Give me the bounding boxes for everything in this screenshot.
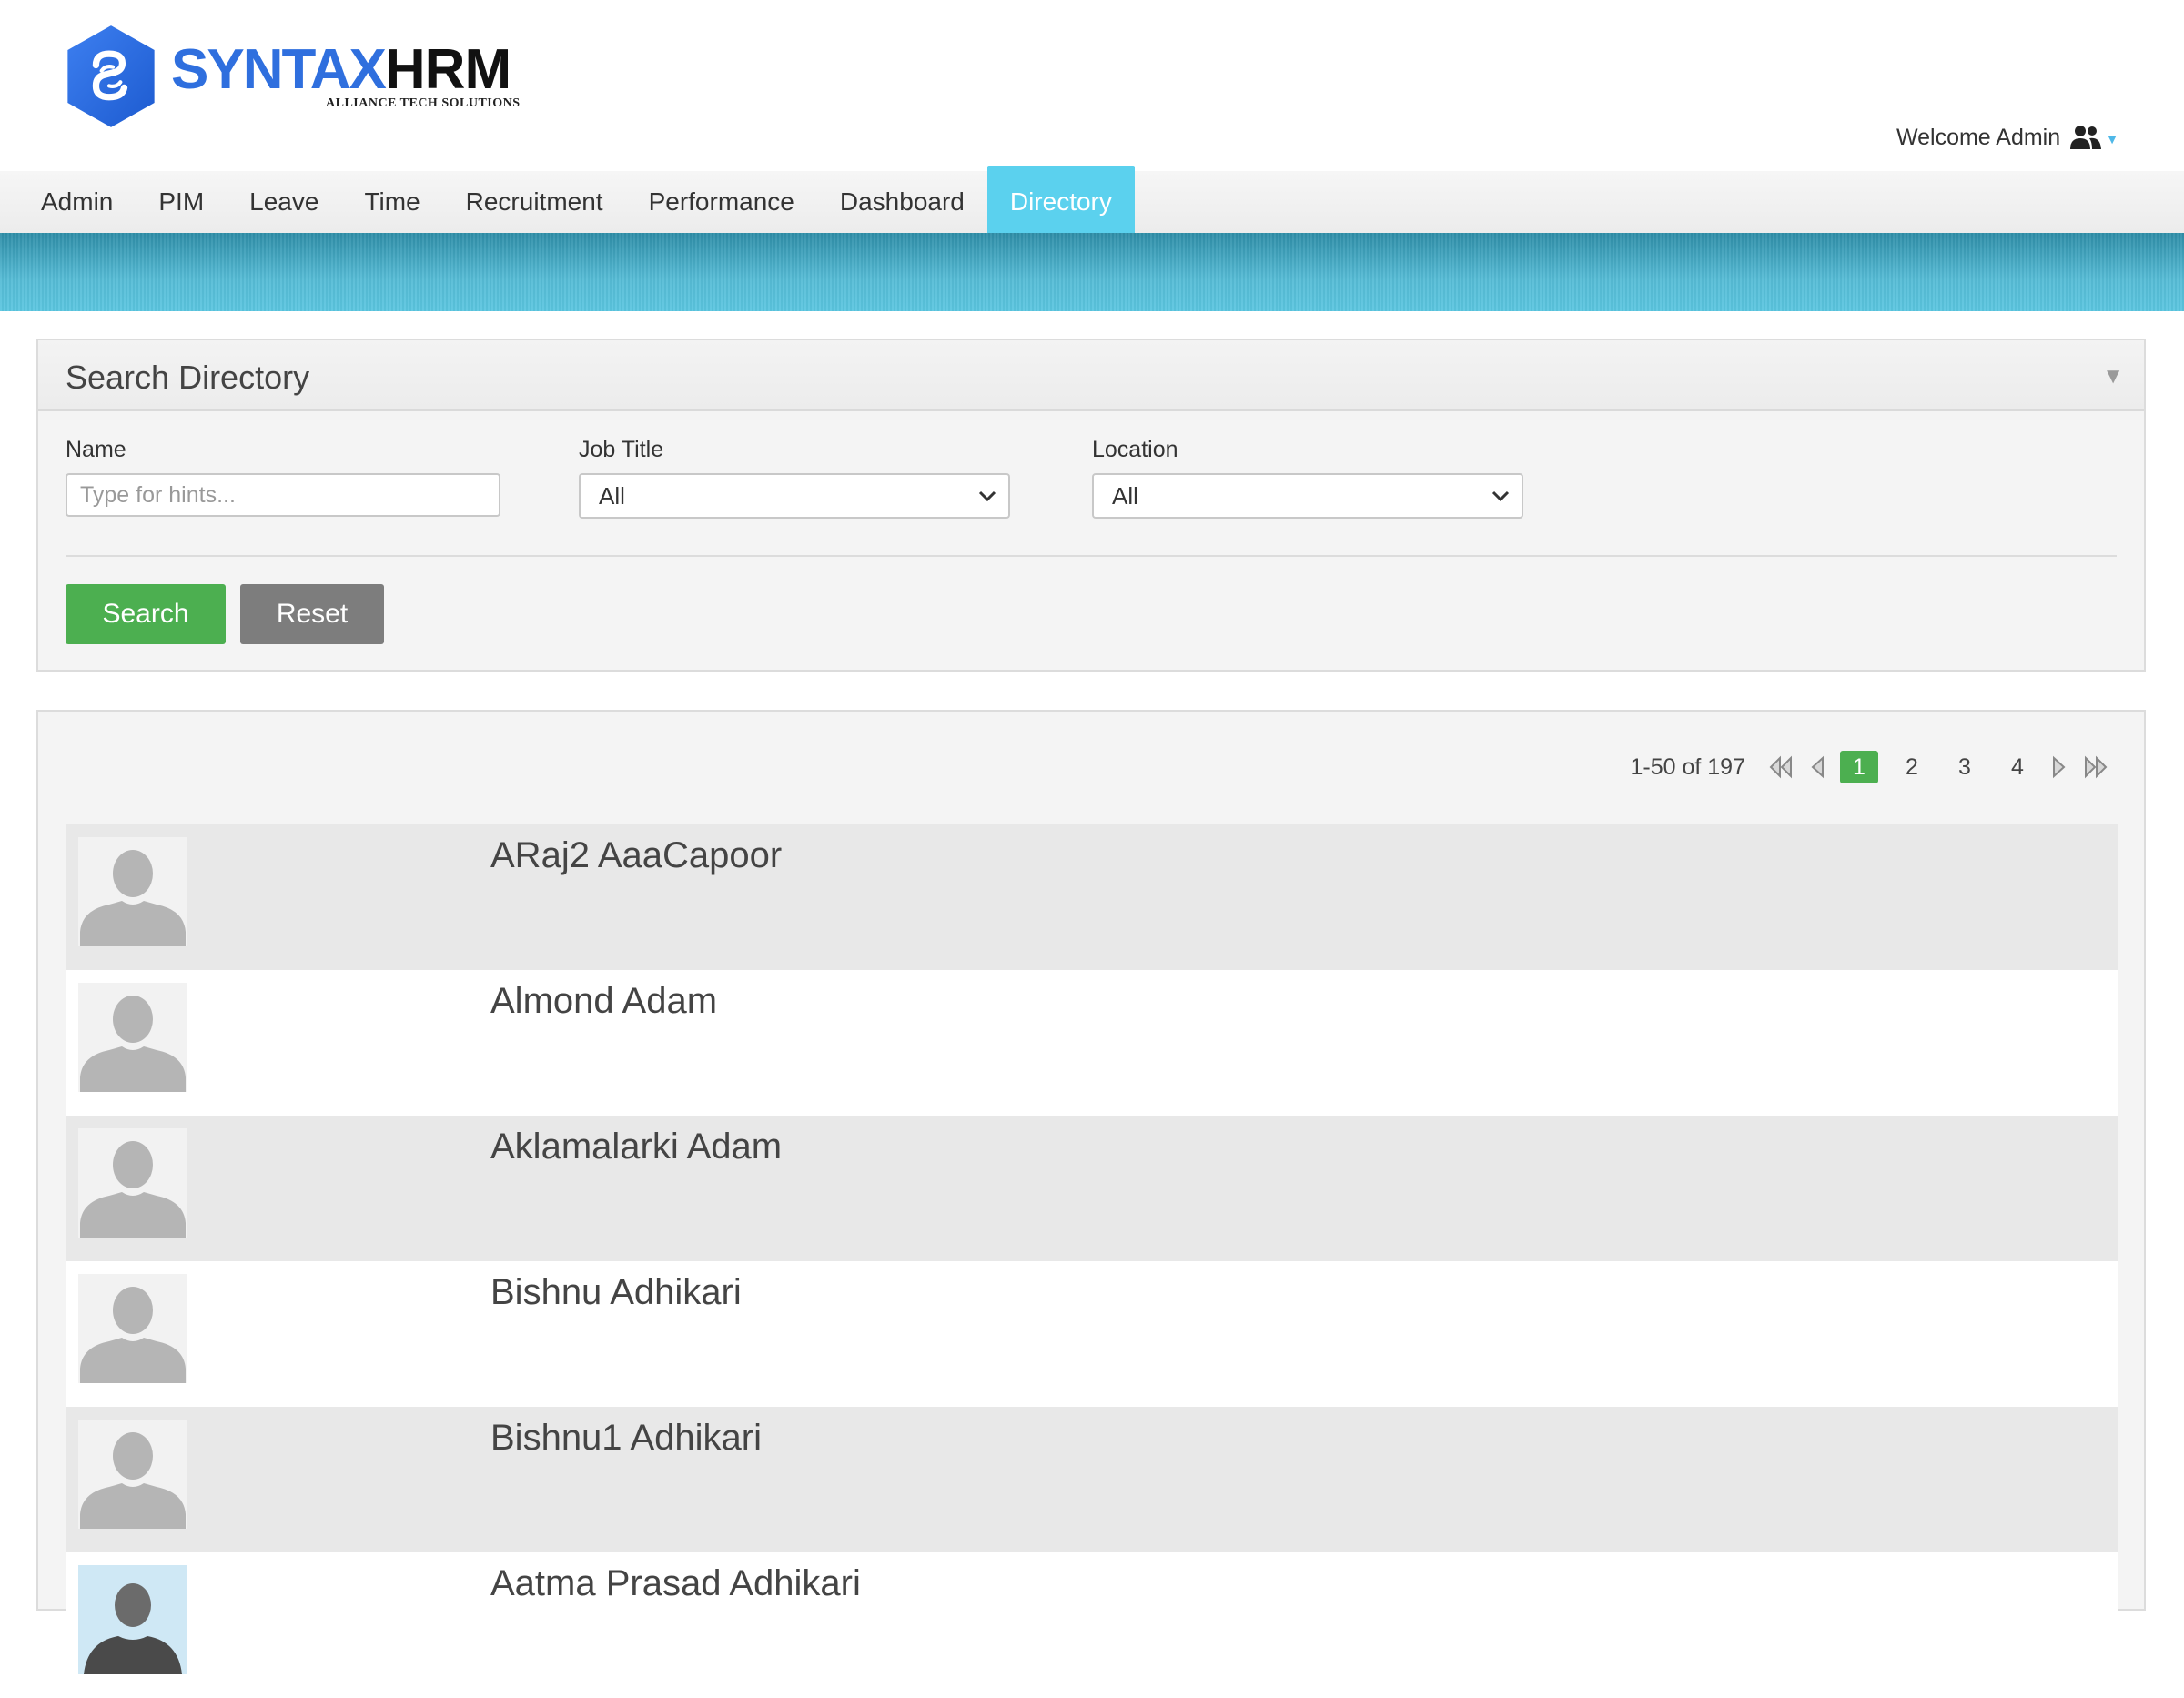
header-banner bbox=[0, 233, 2184, 311]
search-panel-header: Search Directory ▼ bbox=[38, 340, 2144, 411]
chevron-down-icon bbox=[1489, 475, 1512, 517]
employee-name[interactable]: ARaj2 AaaCapoor bbox=[490, 835, 782, 876]
avatar[interactable] bbox=[78, 983, 187, 1092]
search-button[interactable]: Search bbox=[66, 584, 226, 644]
avatar[interactable] bbox=[78, 1565, 187, 1674]
location-selected-value: All bbox=[1112, 482, 1138, 510]
default-avatar-icon bbox=[78, 837, 187, 946]
page-2-link[interactable]: 2 bbox=[1893, 751, 1931, 783]
employee-row: Bishnu Adhikari bbox=[66, 1261, 2118, 1407]
page-4-link[interactable]: 4 bbox=[1998, 751, 2037, 783]
logo-wordmark: SYNTAX HRM bbox=[171, 42, 521, 98]
employee-name[interactable]: Aatma Prasad Adhikari bbox=[490, 1563, 861, 1604]
photo-avatar-icon bbox=[78, 1565, 187, 1674]
last-page-icon[interactable] bbox=[2082, 755, 2109, 779]
avatar[interactable] bbox=[78, 1274, 187, 1383]
name-search-input[interactable] bbox=[66, 473, 500, 517]
logo-hex-icon bbox=[67, 25, 155, 127]
logo-tagline: ALLIANCE TECH SOLUTIONS bbox=[326, 96, 521, 110]
syntaxhrm-logo[interactable]: SYNTAX HRM ALLIANCE TECH SOLUTIONS bbox=[64, 22, 537, 131]
default-avatar-icon bbox=[78, 1420, 187, 1529]
users-icon[interactable] bbox=[2069, 124, 2102, 151]
main-menu-bar: Admin PIM Leave Time Recruitment Perform… bbox=[0, 166, 2184, 238]
collapse-toggle-icon[interactable]: ▼ bbox=[2102, 364, 2124, 389]
avatar[interactable] bbox=[78, 837, 187, 946]
page-3-link[interactable]: 3 bbox=[1946, 751, 1984, 783]
reset-button[interactable]: Reset bbox=[240, 584, 384, 644]
search-panel-title: Search Directory bbox=[66, 359, 310, 396]
menu-item-directory[interactable]: Directory bbox=[986, 166, 1135, 238]
chevron-down-icon bbox=[976, 475, 999, 517]
menu-item-leave[interactable]: Leave bbox=[227, 171, 341, 233]
menu-item-performance[interactable]: Performance bbox=[626, 171, 817, 233]
name-label: Name bbox=[66, 437, 126, 462]
previous-page-icon[interactable] bbox=[1809, 755, 1825, 779]
employee-name[interactable]: Bishnu1 Adhikari bbox=[490, 1418, 762, 1459]
employee-row: Aatma Prasad Adhikari bbox=[66, 1552, 2118, 1698]
default-avatar-icon bbox=[78, 1128, 187, 1238]
employee-row: Aklamalarki Adam bbox=[66, 1116, 2118, 1261]
logo-text: SYNTAX HRM ALLIANCE TECH SOLUTIONS bbox=[171, 42, 521, 111]
employee-name[interactable]: Aklamalarki Adam bbox=[490, 1127, 782, 1167]
logo-word-hrm: HRM bbox=[384, 38, 511, 101]
job-title-select[interactable]: All bbox=[579, 473, 1010, 519]
employee-list: ARaj2 AaaCapoor Almond Adam Aklamalarki … bbox=[66, 824, 2118, 1698]
welcome-text: Welcome Admin bbox=[1896, 124, 2061, 150]
location-label: Location bbox=[1092, 437, 1178, 462]
directory-results-panel: 1-50 of 197 1 2 3 4 ARaj2 AaaCapoor Almo… bbox=[36, 710, 2146, 1698]
default-avatar-icon bbox=[78, 983, 187, 1092]
header: SYNTAX HRM ALLIANCE TECH SOLUTIONS Welco… bbox=[0, 0, 2184, 171]
next-page-icon[interactable] bbox=[2051, 755, 2068, 779]
menu-item-time[interactable]: Time bbox=[341, 171, 442, 233]
job-title-label: Job Title bbox=[579, 437, 664, 462]
welcome-menu[interactable]: Welcome Admin ▼ bbox=[1896, 124, 2118, 151]
employee-name[interactable]: Bishnu Adhikari bbox=[490, 1272, 742, 1313]
employee-row: ARaj2 AaaCapoor bbox=[66, 824, 2118, 970]
employee-row: Bishnu1 Adhikari bbox=[66, 1407, 2118, 1552]
menu-item-recruitment[interactable]: Recruitment bbox=[443, 171, 626, 233]
menu-item-admin[interactable]: Admin bbox=[18, 171, 136, 233]
default-avatar-icon bbox=[78, 1274, 187, 1383]
employee-row: Almond Adam bbox=[66, 970, 2118, 1116]
employee-name[interactable]: Almond Adam bbox=[490, 981, 717, 1022]
location-select[interactable]: All bbox=[1092, 473, 1523, 519]
first-page-icon[interactable] bbox=[1767, 755, 1795, 779]
menu-item-dashboard[interactable]: Dashboard bbox=[817, 171, 987, 233]
job-title-selected-value: All bbox=[599, 482, 625, 510]
caret-down-icon[interactable]: ▼ bbox=[2106, 132, 2118, 147]
search-directory-panel: Search Directory ▼ Name Job Title All Lo… bbox=[36, 339, 2146, 672]
form-divider bbox=[66, 555, 2117, 557]
avatar[interactable] bbox=[78, 1128, 187, 1238]
pagination-summary: 1-50 of 197 bbox=[1630, 753, 1746, 780]
main-menu: Admin PIM Leave Time Recruitment Perform… bbox=[0, 166, 2184, 238]
menu-item-pim[interactable]: PIM bbox=[136, 171, 227, 233]
page-1-link[interactable]: 1 bbox=[1840, 751, 1878, 783]
pagination: 1-50 of 197 1 2 3 4 bbox=[1623, 712, 2118, 823]
logo-word-syntax: SYNTAX bbox=[171, 38, 387, 101]
avatar[interactable] bbox=[78, 1420, 187, 1529]
